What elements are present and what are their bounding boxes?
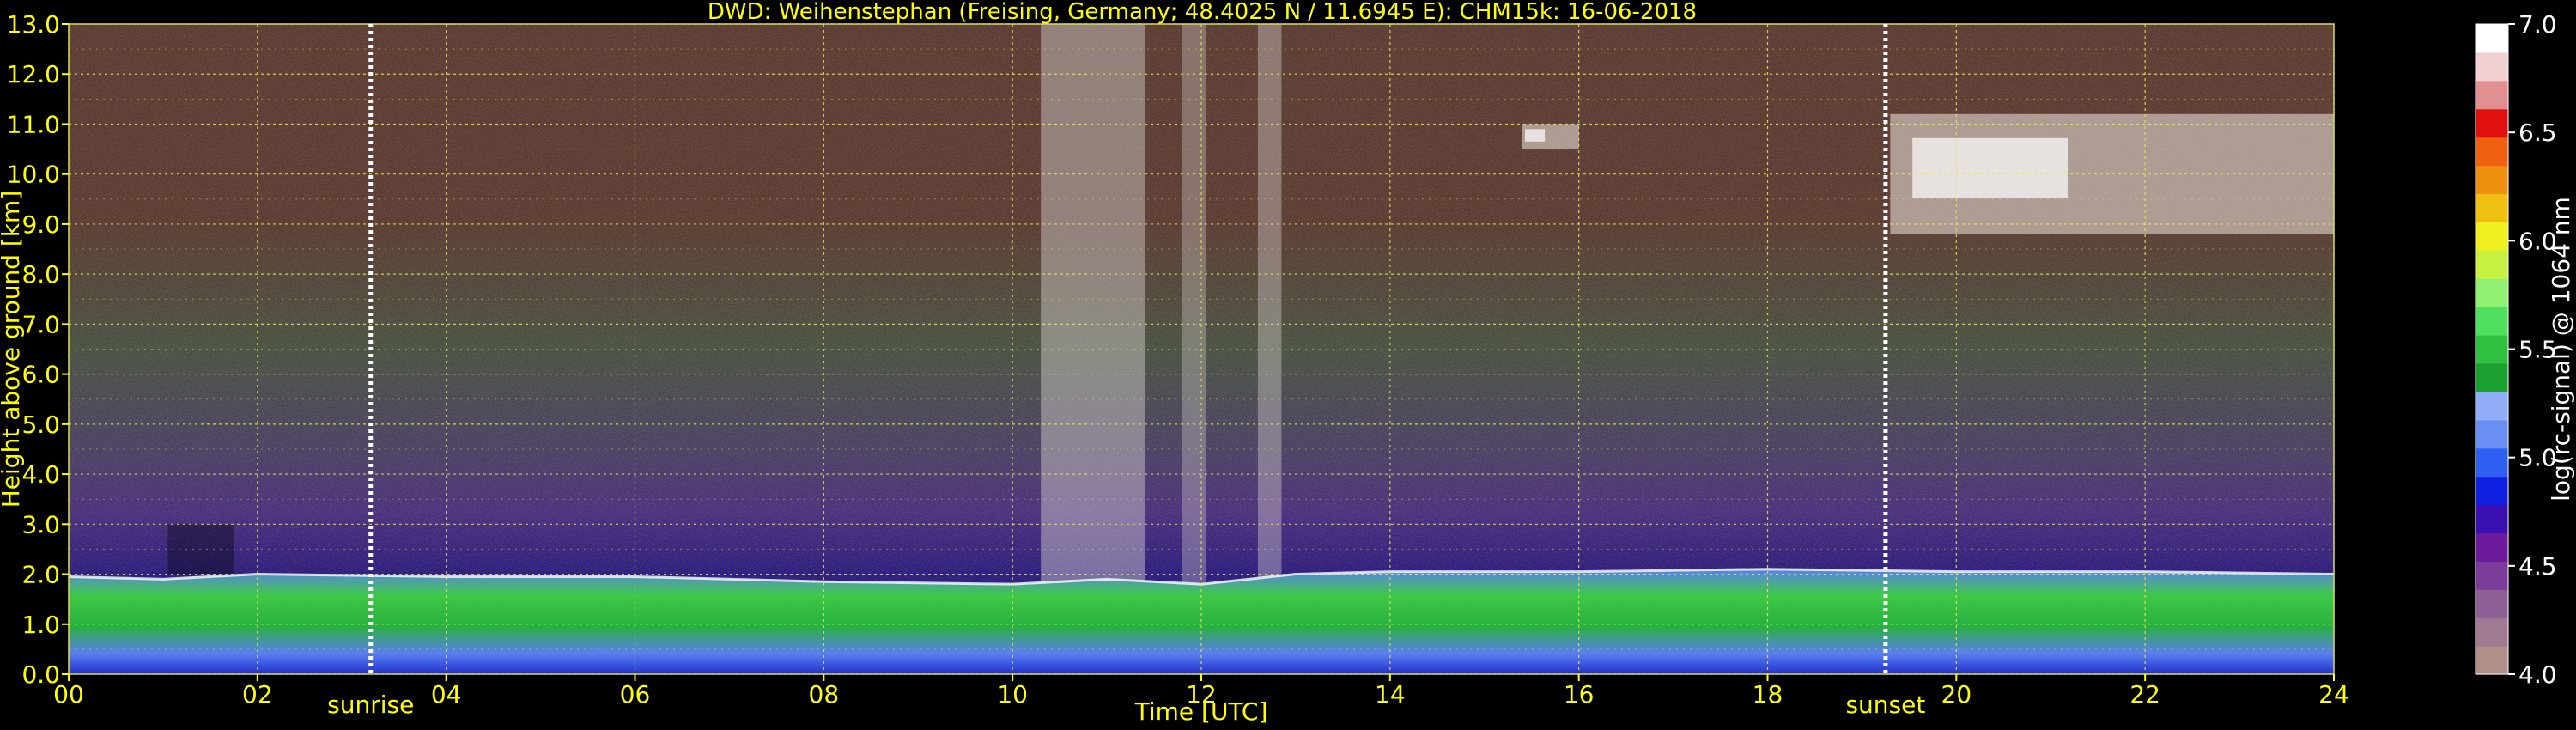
y-tick-label: 12.0	[7, 60, 60, 88]
x-tick-label: 10	[997, 680, 1028, 709]
colorbar-tick-label: 6.5	[2518, 119, 2557, 147]
y-tick-label: 9.0	[21, 210, 60, 239]
y-tick-label: 3.0	[21, 510, 60, 538]
colorbar-segment	[2476, 108, 2508, 138]
y-tick-label: 10.0	[7, 161, 60, 189]
colorbar-tick-label: 4.5	[2518, 552, 2557, 581]
sunset-label: sunset	[1845, 690, 1925, 719]
x-tick-label: 18	[1753, 680, 1783, 709]
x-tick-label: 08	[809, 680, 840, 709]
colorbar-segment	[2476, 589, 2508, 618]
colorbar-segment	[2476, 193, 2508, 222]
colorbar-segment	[2476, 362, 2508, 392]
chart-title: DWD: Weihenstephan (Freising, Germany; 4…	[708, 0, 1697, 25]
cloud-core	[1525, 129, 1546, 142]
y-tick-label: 7.0	[21, 310, 60, 338]
colorbar-segment	[2476, 222, 2508, 251]
colorbar-segment	[2476, 165, 2508, 195]
colorbar-segment	[2476, 24, 2508, 53]
colorbar-segment	[2476, 561, 2508, 590]
colorbar-label: log(rc-signal) @ 1064 nm	[2547, 197, 2575, 502]
colorbar-segment	[2476, 250, 2508, 279]
colorbar-segment	[2476, 504, 2508, 534]
cloud-core	[1912, 137, 2069, 198]
y-axis-label: Height above ground [km]	[0, 191, 25, 508]
annotations: sunrise sunset	[327, 690, 1925, 719]
colorbar-segment	[2476, 278, 2508, 307]
colorbar-segment	[2476, 617, 2508, 647]
chart-container: 00 02 04 06 08 10 12 14 16 18 20 22 24 0.0 1.0 2.0 3.0 4…	[0, 0, 2576, 730]
y-tick-label: 0.0	[21, 660, 60, 689]
x-tick-label: 06	[620, 680, 651, 709]
colorbar-segment	[2476, 391, 2508, 421]
y-tick-label: 13.0	[7, 10, 60, 39]
x-tick-label: 16	[1564, 680, 1595, 709]
colorbar-segment	[2476, 307, 2508, 336]
colorbar-segment	[2476, 532, 2508, 562]
x-tick-label: 24	[2318, 680, 2349, 709]
sunrise-label: sunrise	[327, 690, 414, 719]
colorbar-segment	[2476, 447, 2508, 478]
x-tick-label: 14	[1375, 680, 1406, 709]
colorbar-tick-label: 4.0	[2518, 660, 2557, 689]
y-tick-label: 6.0	[21, 361, 60, 389]
colorbar-segment	[2476, 52, 2508, 82]
y-tick-label: 8.0	[21, 260, 60, 289]
y-tick-label: 1.0	[21, 611, 60, 639]
colorbar-segment	[2476, 80, 2508, 110]
colorbar-segment	[2476, 137, 2508, 167]
y-tick-label: 5.0	[21, 411, 60, 439]
x-tick-label: 22	[2129, 680, 2160, 709]
colorbar-segment	[2476, 476, 2508, 506]
x-axis-label: Time [UTC]	[1134, 697, 1268, 726]
ceilometer-chart: 00 02 04 06 08 10 12 14 16 18 20 22 24 0.01.02.03.04…	[0, 0, 2575, 726]
x-tick-label: 20	[1941, 680, 1972, 709]
colorbar: 4.04.55.05.56.06.57.0	[2475, 10, 2557, 689]
colorbar-segment	[2476, 419, 2508, 449]
colorbar-segment	[2476, 335, 2508, 364]
x-tick-label: 04	[431, 680, 462, 709]
y-tick-label: 4.0	[21, 460, 60, 489]
y-tick-label: 11.0	[7, 110, 60, 138]
x-tick-label: 02	[242, 680, 273, 709]
y-tick-label: 2.0	[21, 561, 60, 589]
colorbar-segment	[2476, 646, 2508, 675]
colorbar-tick-label: 7.0	[2518, 10, 2557, 39]
